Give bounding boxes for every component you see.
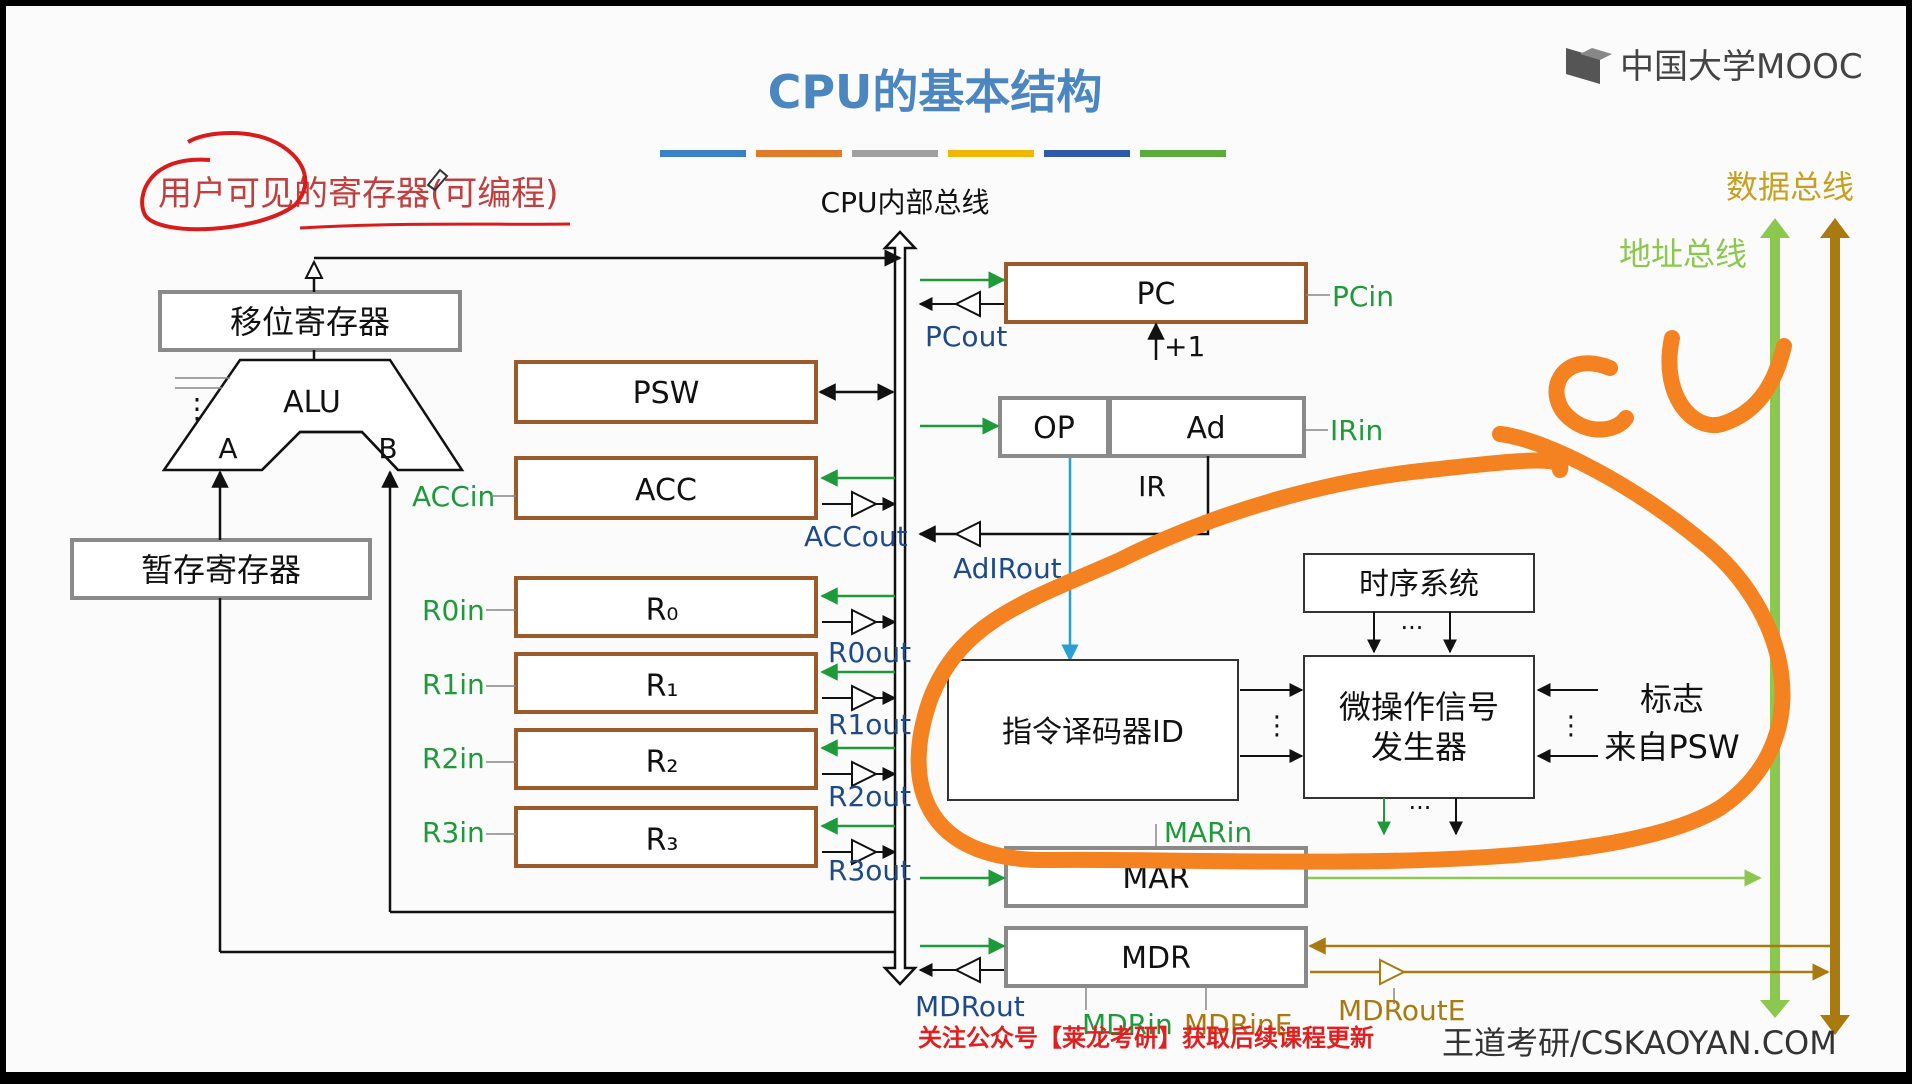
ir-label: IR [1138,470,1166,503]
ir-in-signal: IRin [1330,414,1383,447]
r2-label: R₂ [646,745,679,780]
r0-in-signal: R0in [422,594,485,627]
micro-op-output-dots: ··· [1409,794,1432,822]
alu-label: ALU [283,385,341,420]
mar-in-signal: MARin [1164,816,1252,849]
acc-in-signal: ACCin [412,480,495,513]
alu-input-b: B [378,432,397,465]
r2-in-signal: R2in [422,742,485,775]
alu-control-dots: ⋮ [183,392,211,425]
pc-label: PC [1136,277,1175,312]
data-bus-label: 数据总线 [1726,168,1854,206]
r1-out-signal: R1out [828,708,911,741]
micro-op-generator-line2: 发生器 [1371,728,1467,766]
r3-in-signal: R3in [422,816,485,849]
pc-increment: +1 [1164,330,1205,363]
micro-op-generator-box [1303,655,1535,799]
r3-out-signal: R3out [828,854,911,887]
shift-register-label: 移位寄存器 [230,303,390,341]
flag-input-dots: ⋮ [1558,711,1584,741]
r0-out-signal: R0out [828,636,911,669]
mdr-out-signal: MDRout [915,990,1025,1023]
logo-text: 中国大学MOOC [1620,47,1863,87]
diagram-canvas: 中国大学MOOC CPU的基本结构 用户可见的寄存器(可编程) CPU内部总线 … [6,6,1906,1072]
op-label: OP [1033,411,1075,446]
r1-in-signal: R1in [422,668,485,701]
ad-ir-out-signal: AdIRout [953,552,1062,585]
address-bus-label: 地址总线 [1619,235,1747,273]
internal-bus-label: CPU内部总线 [821,186,990,219]
acc-label: ACC [635,473,697,508]
timing-dots: ··· [1401,614,1424,642]
page-title: CPU的基本结构 [768,65,1103,119]
brand-text: 王道考研/CSKAOYAN.COM [1442,1024,1837,1062]
flags-label-line1: 标志 [1640,680,1704,718]
micro-op-generator-line1: 微操作信号 [1339,688,1499,726]
mdr-label: MDR [1121,941,1191,976]
r3-label: R₃ [646,823,679,858]
timing-system-label: 时序系统 [1359,567,1479,602]
flags-label-line2: 来自PSW [1604,728,1739,766]
r1-label: R₁ [646,669,679,704]
r0-label: R₀ [646,593,679,628]
slide: 中国大学MOOC CPU的基本结构 用户可见的寄存器(可编程) CPU内部总线 … [0,0,1912,1080]
mdr-out-e-signal: MDRoutE [1338,994,1465,1027]
r2-out-signal: R2out [828,780,911,813]
acc-out-signal: ACCout [804,520,908,553]
promo-text: 关注公众号【莱龙考研】获取后续课程更新 [918,1024,1374,1052]
pc-in-signal: PCin [1332,280,1394,313]
instruction-decoder-label: 指令译码器ID [1002,715,1184,750]
alu-input-a: A [218,432,237,465]
ad-label: Ad [1186,411,1225,446]
pc-out-signal: PCout [925,320,1007,353]
decoder-output-dots: ⋮ [1264,711,1290,741]
temp-register-label: 暂存寄存器 [141,551,301,589]
psw-label: PSW [633,376,700,411]
user-visible-label: 用户可见的寄存器(可编程) [158,174,559,214]
